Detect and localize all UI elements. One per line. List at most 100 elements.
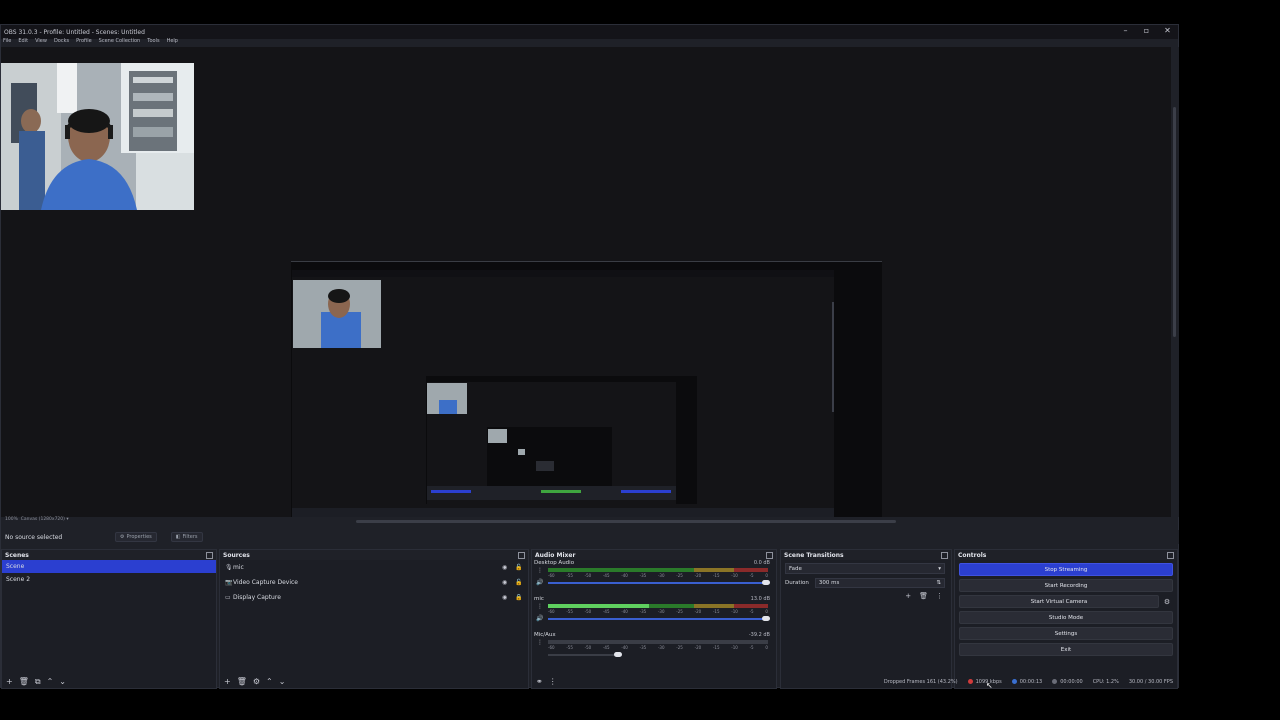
mixer-channel-desktop: Desktop Audio 0.0 dB ⋮ -60 -55 -50 -45 -40 -3… [532, 560, 776, 596]
transitions-title: Scene Transitions [784, 551, 844, 559]
menu-item[interactable]: Docks [54, 38, 69, 46]
scene-item[interactable]: Scene [2, 560, 216, 573]
meter-tick-label: 0 [765, 645, 768, 650]
meter-tick-label: -5 [749, 573, 754, 578]
canvas-size[interactable]: Canvas (1280x720) [21, 517, 65, 522]
menu-item[interactable]: Scene Collection [99, 38, 141, 46]
zoom-level[interactable]: 100% [5, 517, 18, 522]
scenes-dock: Scenes Scene Scene 2 + 🗑 ⧉ ⌃ ⌄ [1, 549, 217, 689]
lock-icon[interactable]: 🔒 [515, 594, 522, 601]
menu-item[interactable]: Tools [147, 38, 159, 46]
menu-item[interactable]: View [35, 38, 47, 46]
add-icon[interactable]: + [905, 592, 911, 600]
meter-tick-label: -5 [749, 645, 754, 650]
preview-footer: 100% Canvas (1280x720) ▾ [1, 517, 1171, 525]
eye-icon[interactable]: ◉ [502, 564, 507, 571]
filters-button[interactable]: ◧ Filters [170, 532, 203, 542]
close-button[interactable]: ✕ [1163, 26, 1172, 36]
duration-label: Duration [785, 580, 809, 586]
meter-tick-label: -25 [676, 573, 683, 578]
meter-tick-label: -25 [676, 645, 683, 650]
studio-mode-button[interactable]: Studio Mode [959, 611, 1173, 624]
popout-icon[interactable] [206, 551, 213, 559]
meter-tick-label: -30 [657, 645, 665, 650]
speaker-icon[interactable]: 🔊 [536, 579, 543, 586]
popout-icon[interactable] [1167, 551, 1174, 559]
properties-button[interactable]: ⚙ Properties [115, 532, 157, 542]
meter-tick-label: -45 [602, 573, 610, 578]
source-item-mic[interactable]: 🎙 mic ◉ 🔓 [220, 560, 528, 575]
meter-tick-label: 0 [765, 573, 768, 578]
trash-icon[interactable]: 🗑 [919, 592, 928, 600]
meter-tick-label: -40 [621, 645, 628, 650]
meter-tick-label: 0 [765, 609, 768, 614]
meter-tick-label: -20 [694, 573, 702, 578]
mixer-channel-mic-aux: Mic/Aux -39.2 dB ⋮ -60 -55 -50 -45 -40 -35 -30… [532, 632, 776, 668]
volume-meter [548, 604, 768, 608]
volume-slider[interactable] [548, 616, 770, 621]
duration-input[interactable]: 300 ms ⇅ [814, 578, 945, 588]
menu-item[interactable]: Profile [76, 38, 92, 46]
source-item-display-capture[interactable]: ▭ Display Capture ◉ 🔒 [220, 590, 528, 605]
exit-button[interactable]: Exit [959, 643, 1173, 656]
meter-tick-label: -5 [749, 609, 754, 614]
stop-streaming-button[interactable]: Stop Streaming [959, 563, 1173, 576]
start-recording-button[interactable]: Start Recording [959, 579, 1173, 592]
meter-tick-label: -15 [712, 645, 720, 650]
scene-item[interactable]: Scene 2 [2, 573, 216, 586]
settings-button[interactable]: Settings [959, 627, 1173, 640]
eye-icon[interactable]: ◉ [502, 579, 507, 586]
minimize-button[interactable]: – [1121, 26, 1130, 36]
channel-db: 0.0 dB [753, 560, 770, 566]
more-icon[interactable]: ⋮ [537, 603, 543, 610]
fps: 30.00 / 30.00 FPS [1128, 679, 1173, 685]
preview-horizontal-scrollbar[interactable] [356, 520, 896, 523]
gear-icon[interactable]: ⚙ [1161, 595, 1173, 608]
webcam-feed [1, 63, 194, 210]
gear-icon: ⚙ [120, 534, 125, 540]
cpu-usage: CPU: 1.2% [1092, 679, 1119, 685]
transition-select[interactable]: Fade ▾ [785, 563, 945, 574]
popout-icon[interactable] [518, 551, 525, 559]
status-bar: Dropped Frames 161 (43.2%) 1099 kbps 00:… [1, 675, 1179, 689]
popout-icon[interactable] [766, 551, 773, 559]
no-source-label: No source selected [5, 533, 63, 541]
chevron-down-icon: ▾ [938, 565, 941, 572]
title-bar: OBS 31.0.3 - Profile: Untitled - Scenes:… [1, 25, 1178, 39]
meter-tick-label: -55 [566, 609, 573, 614]
meter-tick-label: -45 [602, 645, 610, 650]
volume-slider[interactable] [548, 580, 770, 585]
popout-icon[interactable] [941, 551, 948, 559]
meter-ticks: -60 -55 -50 -45 -40 -35 -30 -25 -20 -15 -10 -5 0 [548, 609, 768, 615]
more-icon[interactable]: ⋮ [537, 639, 543, 646]
record-time: 00:00:00 [1052, 679, 1083, 685]
menu-item[interactable]: File [3, 38, 11, 46]
nested-display-capture [291, 261, 882, 517]
channel-name: Desktop Audio [534, 560, 575, 566]
channel-db: 13.0 dB [750, 596, 770, 602]
more-icon[interactable]: ⋮ [537, 567, 543, 574]
spinner-icon: ⇅ [936, 580, 941, 586]
start-virtual-camera-button[interactable]: Start Virtual Camera [959, 595, 1159, 608]
sources-title: Sources [223, 551, 250, 559]
stream-time: 00:00:13 [1011, 679, 1042, 685]
volume-slider[interactable] [548, 652, 622, 657]
unlock-icon[interactable]: 🔓 [515, 579, 522, 586]
meter-tick-label: -35 [639, 645, 647, 650]
maximize-button[interactable]: ▫ [1142, 26, 1151, 36]
source-toolbar: No source selected ⚙ Properties ◧ Filters [1, 530, 1179, 544]
unlock-icon[interactable]: 🔓 [515, 564, 522, 571]
mixer-channel-mic: mic 13.0 dB ⋮ -60 -55 -50 -45 -40 -35 -30 -25 -2… [532, 596, 776, 632]
filter-icon: ◧ [175, 534, 181, 540]
source-item-video-capture[interactable]: 📷 Video Capture Device ◉ 🔓 [220, 575, 528, 590]
audio-mixer-title: Audio Mixer [535, 551, 576, 559]
menu-item[interactable]: Help [167, 38, 178, 46]
speaker-icon[interactable]: 🔊 [536, 615, 543, 622]
preview-vertical-scrollbar[interactable] [1171, 47, 1179, 517]
audio-mixer-dock: Audio Mixer Desktop Audio 0.0 dB ⋮ -60 -5… [531, 549, 777, 689]
menu-item[interactable]: Edit [18, 38, 28, 46]
meter-tick-label: -55 [566, 573, 573, 578]
more-icon[interactable]: ⋮ [936, 592, 943, 600]
preview-canvas[interactable] [1, 47, 1171, 517]
eye-icon[interactable]: ◉ [502, 594, 507, 601]
